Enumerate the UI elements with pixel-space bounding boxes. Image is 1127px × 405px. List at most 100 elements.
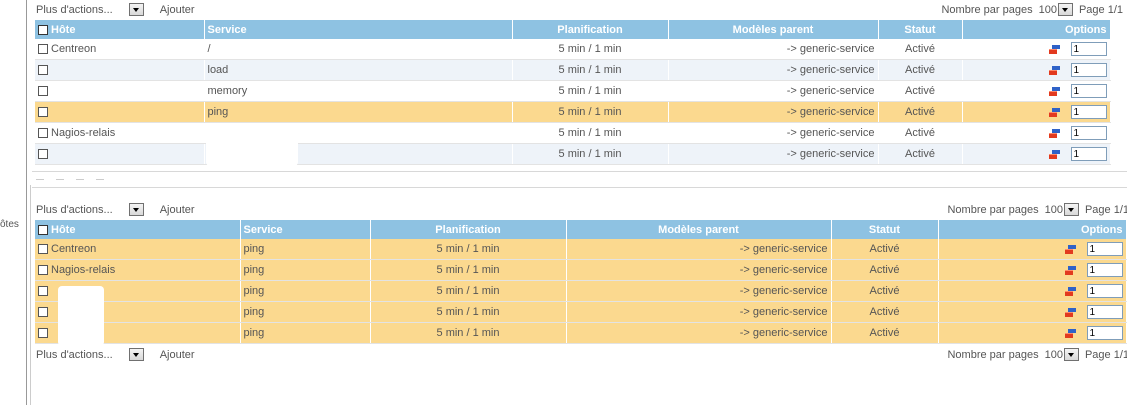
parent-template-cell[interactable]: -> generic-service [668, 122, 879, 144]
per-page-select[interactable]: 100 [1045, 348, 1085, 361]
row-checkbox[interactable] [38, 128, 48, 139]
table-row[interactable]: Centreon /5 min / 1 min -> generic-service… [35, 39, 1111, 60]
chevron-down-icon[interactable] [1057, 3, 1073, 16]
table-row[interactable]: ping 5 min / 1 min -> generic-service Activ… [35, 280, 1127, 302]
host-name[interactable]: Centreon [51, 243, 96, 255]
service-name[interactable]: / [204, 39, 513, 60]
row-checkbox[interactable] [38, 65, 48, 76]
table-row[interactable]: ping 5 min / 1 min -> generic-service Activ… [35, 101, 1111, 123]
parent-template-cell[interactable]: -> generic-service [566, 322, 832, 344]
duplicate-count-input[interactable] [1070, 42, 1107, 56]
duplicate-icon[interactable] [1064, 244, 1076, 254]
duplicate-icon[interactable] [1048, 107, 1060, 117]
column-options: Options [938, 220, 1127, 239]
parent-template-cell[interactable]: -> generic-service [668, 80, 879, 102]
host-name[interactable]: Nagios-relais [51, 264, 115, 276]
parent-template-cell[interactable]: -> generic-service [668, 101, 879, 123]
chevron-down-icon[interactable] [1063, 348, 1079, 361]
table-row[interactable]: Centreon ping 5 min / 1 min -> generic-serv… [35, 239, 1127, 260]
duplicate-count-input[interactable] [1086, 242, 1123, 256]
left-border [26, 0, 27, 405]
duplicate-count-input[interactable] [1070, 84, 1107, 98]
row-checkbox[interactable] [38, 307, 48, 318]
duplicate-count-input[interactable] [1086, 326, 1123, 340]
row-checkbox[interactable] [38, 149, 48, 160]
duplicate-icon[interactable] [1048, 149, 1060, 159]
add-link[interactable]: Ajouter [160, 204, 195, 216]
duplicate-icon[interactable] [1048, 128, 1060, 138]
column-parent[interactable]: Modèles parent [566, 220, 832, 239]
select-all-checkbox[interactable] [38, 224, 48, 235]
column-host[interactable]: Hôte [35, 20, 205, 39]
more-actions-select[interactable]: Plus d'actions... [36, 4, 113, 16]
service-name[interactable]: memory [204, 80, 513, 102]
per-page-select[interactable]: 100 [1039, 3, 1079, 16]
table-row[interactable]: ping 5 min / 1 min -> generic-service Activ… [35, 322, 1127, 344]
host-cell: Centreon [35, 239, 241, 260]
duplicate-icon[interactable] [1064, 286, 1076, 296]
duplicate-count-input[interactable] [1070, 63, 1107, 77]
column-parent[interactable]: Modèles parent [668, 20, 879, 39]
row-checkbox[interactable] [38, 328, 48, 339]
chevron-down-icon[interactable] [128, 348, 144, 361]
table-row[interactable]: 5 min / 1 min -> generic-service Activé [35, 143, 1111, 165]
per-page-value: 100 [1044, 203, 1063, 216]
parent-template-cell[interactable]: -> generic-service [668, 143, 879, 165]
row-checkbox[interactable] [38, 244, 48, 255]
column-service[interactable]: Service [240, 220, 371, 239]
service-name[interactable]: ping [240, 322, 371, 344]
per-page-select[interactable]: 100 [1045, 203, 1085, 216]
duplicate-icon[interactable] [1048, 86, 1060, 96]
more-actions-select[interactable]: Plus d'actions... [36, 204, 113, 216]
table-row[interactable]: Nagios-relais ping 5 min / 1 min -> generic… [35, 259, 1127, 281]
duplicate-count-input[interactable] [1086, 284, 1123, 298]
row-checkbox[interactable] [38, 86, 48, 97]
parent-template-cell[interactable]: -> generic-service [566, 239, 832, 260]
redacted-area [206, 128, 298, 166]
row-checkbox[interactable] [38, 265, 48, 276]
service-name[interactable]: ping [240, 239, 371, 260]
chevron-down-icon[interactable] [128, 3, 144, 16]
parent-template-cell[interactable]: -> generic-service [566, 259, 832, 281]
duplicate-count-input[interactable] [1070, 126, 1107, 140]
service-name[interactable]: ping [240, 280, 371, 302]
host-name[interactable]: Centreon [51, 43, 96, 55]
duplicate-icon[interactable] [1048, 44, 1060, 54]
duplicate-icon[interactable] [1064, 265, 1076, 275]
host-name[interactable]: Nagios-relais [51, 127, 115, 139]
column-schedule[interactable]: Planification [370, 220, 567, 239]
parent-template-cell[interactable]: -> generic-service [566, 280, 832, 302]
column-schedule[interactable]: Planification [512, 20, 669, 39]
add-link[interactable]: Ajouter [160, 349, 195, 361]
duplicate-icon[interactable] [1064, 307, 1076, 317]
duplicate-icon[interactable] [1064, 328, 1076, 338]
table-row[interactable]: Nagios-relais 5 min / 1 min -> generic-ser… [35, 122, 1111, 144]
row-checkbox[interactable] [38, 107, 48, 118]
duplicate-count-input[interactable] [1070, 147, 1107, 161]
table-row[interactable]: load 5 min / 1 min -> generic-service Activ… [35, 59, 1111, 81]
chevron-down-icon[interactable] [128, 203, 144, 216]
row-checkbox[interactable] [38, 44, 48, 55]
service-name[interactable]: ping [204, 101, 513, 123]
parent-template-cell[interactable]: -> generic-service [566, 301, 832, 323]
parent-template-cell[interactable]: -> generic-service [668, 59, 879, 81]
row-checkbox[interactable] [38, 286, 48, 297]
column-status[interactable]: Statut [878, 20, 963, 39]
duplicate-count-input[interactable] [1070, 105, 1107, 119]
column-service[interactable]: Service [204, 20, 513, 39]
duplicate-count-input[interactable] [1086, 305, 1123, 319]
duplicate-count-input[interactable] [1086, 263, 1123, 277]
add-link[interactable]: Ajouter [160, 4, 195, 16]
service-name[interactable]: ping [240, 259, 371, 281]
duplicate-icon[interactable] [1048, 65, 1060, 75]
table-row[interactable]: ping 5 min / 1 min -> generic-service Activ… [35, 301, 1127, 323]
column-status[interactable]: Statut [831, 220, 939, 239]
column-host[interactable]: Hôte [35, 220, 241, 239]
select-all-checkbox[interactable] [38, 24, 48, 35]
service-name[interactable]: ping [240, 301, 371, 323]
more-actions-select[interactable]: Plus d'actions... [36, 349, 113, 361]
service-name[interactable]: load [204, 59, 513, 81]
parent-template-cell[interactable]: -> generic-service [668, 39, 879, 60]
chevron-down-icon[interactable] [1063, 203, 1079, 216]
table-row[interactable]: memory 5 min / 1 min -> generic-service Act… [35, 80, 1111, 102]
